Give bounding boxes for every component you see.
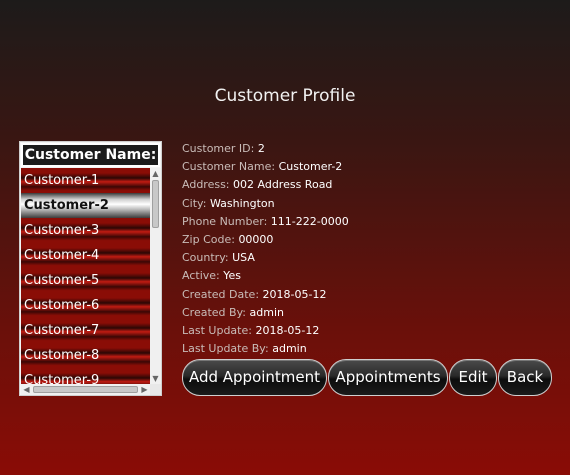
detail-value: Washington <box>209 196 275 210</box>
horizontal-scroll-thumb[interactable] <box>33 386 138 393</box>
detail-last-update: Last Update: 2018-05-12 <box>182 322 349 340</box>
detail-value: Yes <box>223 269 241 283</box>
customer-list-item[interactable]: Customer-4 <box>21 243 150 268</box>
appointments-button[interactable]: Appointments <box>328 359 448 396</box>
arrow-right-icon[interactable]: ▶ <box>139 384 150 395</box>
vertical-scroll-thumb[interactable] <box>152 180 159 228</box>
detail-value: USA <box>232 251 255 265</box>
detail-label: Customer Name: <box>182 160 276 174</box>
detail-label: Zip Code: <box>182 232 235 246</box>
customer-list-item[interactable]: Customer-1 <box>21 168 150 193</box>
detail-last-update-by: Last Update By: admin <box>182 340 349 358</box>
detail-value: 2018-05-12 <box>255 323 320 337</box>
add-appointment-button[interactable]: Add Appointment <box>182 359 327 396</box>
detail-value: 2 <box>257 142 265 155</box>
detail-label: Customer ID: <box>182 142 255 155</box>
back-button[interactable]: Back <box>498 359 552 396</box>
detail-zip-code: Zip Code: 00000 <box>182 231 349 249</box>
customer-details: Customer ID: 2 Customer Name: Customer-2… <box>182 140 349 358</box>
customer-list-header: Customer Name: <box>21 143 160 167</box>
detail-active: Active: Yes <box>182 267 349 285</box>
detail-address: Address: 002 Address Road <box>182 176 349 194</box>
detail-label: Phone Number: <box>182 214 268 228</box>
customer-list-item[interactable]: Customer-6 <box>21 293 150 318</box>
detail-value: 2018-05-12 <box>262 287 327 301</box>
detail-label: Country: <box>182 251 229 265</box>
detail-country: Country: USA <box>182 249 349 267</box>
arrow-left-icon[interactable]: ◀ <box>21 384 32 395</box>
customer-list-items[interactable]: Customer-1 Customer-2 Customer-3 Custome… <box>21 168 150 384</box>
detail-value: admin <box>249 305 284 319</box>
detail-city: City: Washington <box>182 195 349 213</box>
edit-button[interactable]: Edit <box>449 359 497 396</box>
customer-list-item[interactable]: Customer-8 <box>21 343 150 368</box>
detail-label: Address: <box>182 178 230 192</box>
page-title: Customer Profile <box>214 86 356 106</box>
detail-label: Last Update By: <box>182 342 269 356</box>
detail-value: 111-222-0000 <box>270 214 349 228</box>
detail-label: Created Date: <box>182 287 260 301</box>
detail-phone-number: Phone Number: 111-222-0000 <box>182 213 349 231</box>
detail-created-date: Created Date: 2018-05-12 <box>182 286 349 304</box>
customer-list-item[interactable]: Customer-7 <box>21 318 150 343</box>
customer-list-item[interactable]: Customer-5 <box>21 268 150 293</box>
customer-list-item-selected[interactable]: Customer-2 <box>21 193 150 218</box>
vertical-scrollbar[interactable]: ▲ ▼ <box>150 168 161 384</box>
detail-value: Customer-2 <box>278 160 343 174</box>
customer-list-item[interactable]: Customer-3 <box>21 218 150 243</box>
scrollbar-corner <box>150 384 161 395</box>
detail-customer-id: Customer ID: 2 <box>182 140 349 158</box>
detail-label: Created By: <box>182 305 246 319</box>
detail-created-by: Created By: admin <box>182 304 349 322</box>
detail-label: Active: <box>182 269 220 283</box>
arrow-up-icon[interactable]: ▲ <box>150 168 161 179</box>
detail-value: admin <box>272 342 307 356</box>
customer-list-item[interactable]: Customer-9 <box>21 368 150 384</box>
customer-list[interactable]: Customer Name: Customer-1 Customer-2 Cus… <box>19 141 162 396</box>
detail-value: 00000 <box>238 232 274 246</box>
detail-value: 002 Address Road <box>233 178 333 192</box>
detail-label: Last Update: <box>182 323 252 337</box>
detail-customer-name: Customer Name: Customer-2 <box>182 158 349 176</box>
detail-label: City: <box>182 196 207 210</box>
arrow-down-icon[interactable]: ▼ <box>150 373 161 384</box>
horizontal-scrollbar[interactable]: ◀ ▶ <box>21 384 150 395</box>
